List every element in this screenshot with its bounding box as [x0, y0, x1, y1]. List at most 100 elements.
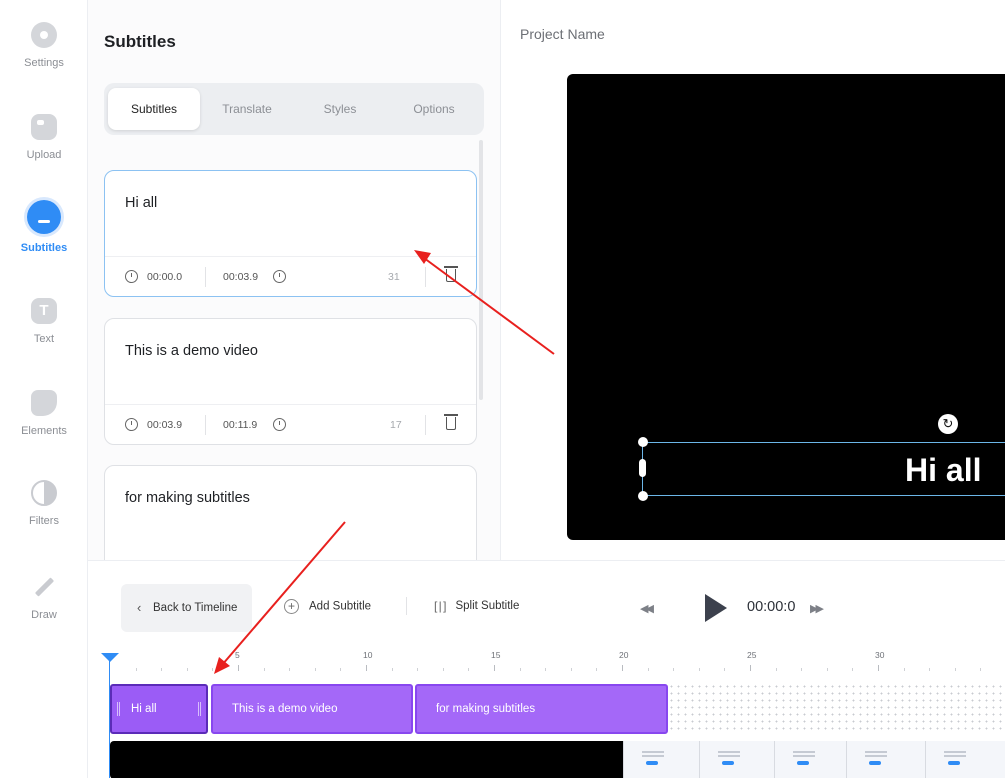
ruler-tick [519, 668, 521, 671]
sidebar-item-elements[interactable]: Elements [0, 390, 88, 470]
timeline-segment[interactable]: for making subtitles [415, 684, 668, 734]
ruler-tick [391, 668, 393, 671]
subtitle-overlay-text[interactable]: Hi all [905, 452, 981, 489]
time-ruler[interactable]: 5 10 15 20 25 30 [110, 649, 1005, 671]
resize-handle[interactable] [638, 437, 648, 447]
timeline-segment[interactable]: Hi all [110, 684, 208, 734]
ruler-tick [340, 668, 342, 671]
character-count: 17 [390, 419, 402, 431]
ruler-tick [647, 668, 649, 671]
divider [205, 415, 206, 435]
ruler-tick [570, 668, 572, 671]
timecode: 00:00:0 [747, 599, 796, 615]
tab-styles[interactable]: Styles [296, 88, 384, 130]
add-subtitle-button[interactable]: + Add Subtitle [284, 599, 371, 614]
sidebar-item-subtitles[interactable]: Subtitles [0, 200, 88, 280]
segment-label: for making subtitles [436, 703, 536, 715]
clock-icon [273, 270, 286, 283]
drag-handle[interactable] [117, 702, 120, 716]
subtitle-text[interactable]: for making subtitles [125, 490, 250, 506]
elements-icon [31, 390, 57, 416]
sidebar-item-label: Subtitles [20, 242, 68, 254]
sidebar-item-draw[interactable]: Draw [0, 574, 88, 654]
empty-track-area[interactable] [668, 683, 1005, 733]
plus-icon: + [284, 599, 299, 614]
ruler-major-tick [750, 665, 751, 671]
subtitles-panel: Subtitles Subtitles Translate Styles Opt… [88, 0, 501, 560]
back-to-timeline-button[interactable]: ‹ Back to Timeline [121, 584, 252, 632]
video-thumbnail [846, 741, 925, 778]
ruler-tick [186, 668, 188, 671]
ruler-tick [314, 668, 316, 671]
sidebar-item-filters[interactable]: Filters [0, 480, 88, 560]
divider [205, 267, 206, 287]
ruler-label: 25 [747, 650, 757, 660]
video-filmstrip[interactable] [110, 741, 1005, 778]
resize-handle[interactable] [638, 491, 648, 501]
ruler-major-tick [622, 665, 623, 671]
resize-handle[interactable] [639, 459, 646, 477]
pencil-icon [31, 574, 57, 600]
chevron-left-icon: ‹ [137, 600, 142, 615]
ruler-tick [468, 668, 470, 671]
back-to-timeline-label: Back to Timeline [153, 602, 238, 614]
subtitle-card[interactable]: This is a demo video 00:03.9 00:11.9 17 [104, 318, 477, 445]
sidebar-nav: Settings Upload Subtitles Text Elements … [0, 0, 88, 778]
timeline-segment[interactable]: This is a demo video [211, 684, 413, 734]
clock-icon [125, 270, 138, 283]
fast-forward-icon[interactable]: ▶▶ [810, 602, 824, 615]
play-icon[interactable] [705, 594, 727, 622]
ruler-tick [801, 668, 803, 671]
sidebar-item-label: Filters [29, 515, 59, 527]
ruler-label: 15 [491, 650, 501, 660]
subtitle-text[interactable]: This is a demo video [125, 343, 258, 359]
sidebar-item-label: Upload [26, 149, 62, 161]
ruler-label: 30 [875, 650, 885, 660]
ruler-major-tick [494, 665, 495, 671]
segment-label: This is a demo video [232, 703, 338, 715]
start-time[interactable]: 00:00.0 [147, 271, 182, 283]
filters-icon [31, 480, 57, 506]
tab-options[interactable]: Options [388, 88, 480, 130]
trash-icon[interactable] [444, 266, 458, 282]
panel-scrollbar[interactable] [479, 140, 483, 400]
sidebar-item-upload[interactable]: Upload [0, 114, 88, 194]
ruler-tick [724, 668, 726, 671]
ruler-label: 5 [235, 650, 240, 660]
sidebar-item-settings[interactable]: Settings [0, 22, 88, 102]
rotate-icon[interactable]: ↻ [938, 414, 958, 434]
subtitle-card-footer: 00:00.0 00:03.9 31 [105, 256, 476, 296]
gear-icon [31, 22, 57, 48]
sidebar-item-label: Elements [21, 425, 67, 437]
divider [425, 415, 426, 435]
tab-translate[interactable]: Translate [202, 88, 292, 130]
panel-title: Subtitles [104, 32, 176, 51]
character-count: 31 [388, 271, 400, 283]
ruler-major-tick [878, 665, 879, 671]
end-time[interactable]: 00:03.9 [223, 271, 258, 283]
ruler-tick [954, 668, 956, 671]
ruler-tick [826, 668, 828, 671]
split-icon: [ | ] [434, 599, 446, 613]
ruler-tick [673, 668, 675, 671]
rewind-icon[interactable]: ◀◀ [640, 602, 654, 615]
playhead-marker[interactable] [101, 653, 119, 662]
sidebar-item-label: Settings [24, 57, 64, 69]
trash-icon[interactable] [444, 414, 458, 430]
end-time[interactable]: 00:11.9 [223, 419, 257, 431]
start-time[interactable]: 00:03.9 [147, 419, 182, 431]
subtitle-card[interactable]: Hi all 00:00.0 00:03.9 31 [104, 170, 477, 297]
divider [425, 267, 426, 287]
split-subtitle-button[interactable]: [ | ] Split Subtitle [434, 599, 519, 613]
ruler-tick [775, 668, 777, 671]
sidebar-item-text[interactable]: Text [0, 298, 88, 378]
tab-subtitles[interactable]: Subtitles [108, 88, 200, 130]
subtitle-card[interactable]: for making subtitles [104, 465, 477, 560]
sidebar-item-label: Draw [31, 609, 57, 621]
project-name[interactable]: Project Name [520, 26, 605, 42]
subtitle-text[interactable]: Hi all [125, 195, 157, 211]
app-window: Settings Upload Subtitles Text Elements … [0, 0, 1005, 778]
ruler-major-tick [238, 665, 239, 671]
drag-handle[interactable] [198, 702, 201, 716]
ruler-tick [161, 668, 163, 671]
